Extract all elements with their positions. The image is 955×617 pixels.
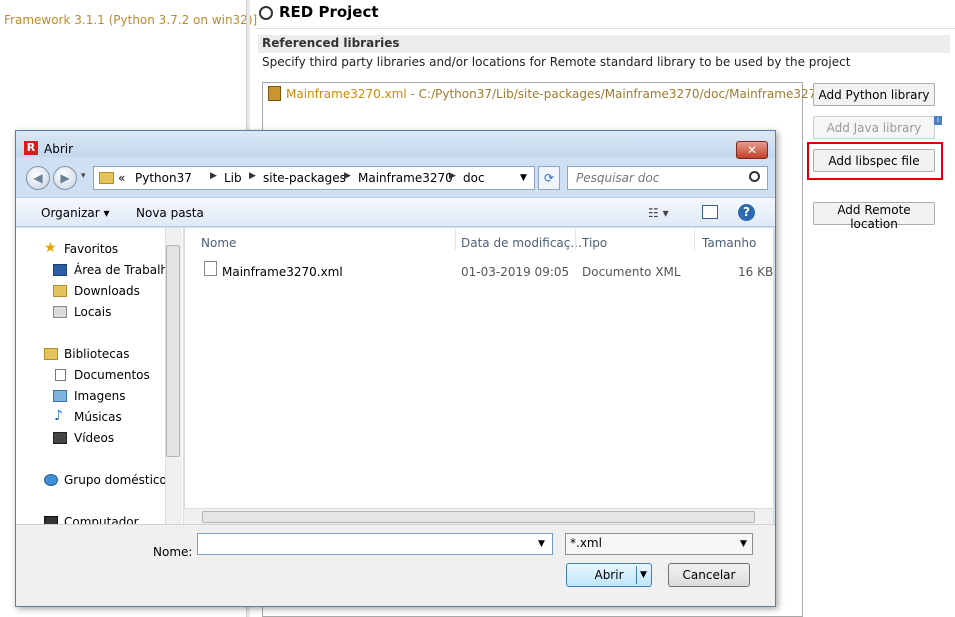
- chevron-right-icon[interactable]: ▶: [210, 171, 217, 181]
- refresh-icon[interactable]: ⟳: [538, 166, 560, 190]
- red-app-icon: R: [24, 141, 38, 155]
- places-icon: [53, 306, 67, 318]
- chevron-down-icon[interactable]: ▼: [538, 539, 545, 549]
- breadcrumb-python37[interactable]: Python37: [135, 171, 192, 185]
- chevron-right-icon[interactable]: ▶: [344, 171, 351, 181]
- column-header-name[interactable]: Nome: [201, 236, 236, 250]
- music-icon: ♪: [54, 408, 63, 424]
- nav-downloads[interactable]: Downloads: [74, 284, 140, 298]
- images-icon: [53, 390, 67, 402]
- dialog-toolbar: Organizar ▾ Nova pasta ☷ ▾ ?: [16, 197, 775, 227]
- section-description: Specify third party libraries and/or loc…: [262, 55, 851, 69]
- column-header-modified[interactable]: Data de modificaç...: [461, 236, 582, 250]
- open-file-dialog: R Abrir ✕ ◀ ▶ ▾ « Python37 ▶ Lib ▶ site-…: [15, 130, 776, 607]
- computer-icon: [44, 516, 58, 524]
- open-options-dropdown-icon[interactable]: ▼: [636, 566, 650, 584]
- nav-documents[interactable]: Documentos: [74, 368, 150, 382]
- filename-label: Nome:: [153, 545, 193, 559]
- file-modified: 01-03-2019 09:05: [461, 265, 570, 279]
- column-divider[interactable]: [694, 228, 695, 250]
- nav-music[interactable]: Músicas: [74, 410, 122, 424]
- file-size: 16 KB: [738, 265, 774, 279]
- section-header[interactable]: Referenced libraries: [258, 35, 950, 53]
- title-divider: [255, 28, 955, 29]
- page-title: RED Project: [279, 3, 379, 21]
- nav-images[interactable]: Imagens: [74, 389, 125, 403]
- nav-videos[interactable]: Vídeos: [74, 431, 114, 445]
- file-list: Nome Data de modificaç... Tipo Tamanho M…: [184, 228, 773, 524]
- file-type-filter[interactable]: *.xml: [565, 533, 753, 555]
- breadcrumb-doc[interactable]: doc: [463, 171, 485, 185]
- search-icon[interactable]: [749, 171, 760, 182]
- preview-pane-icon[interactable]: [702, 205, 718, 219]
- column-header-type[interactable]: Tipo: [582, 236, 607, 250]
- forward-arrow-icon[interactable]: ▶: [53, 166, 77, 190]
- column-header-size[interactable]: Tamanho: [702, 236, 756, 250]
- nav-favorites[interactable]: Favoritos: [64, 242, 118, 256]
- library-list-item[interactable]: Mainframe3270.xml - C:/Python37/Lib/site…: [286, 87, 850, 101]
- address-bar[interactable]: « Python37 ▶ Lib ▶ site-packages ▶ Mainf…: [93, 166, 535, 190]
- dialog-title: Abrir: [44, 142, 74, 156]
- chevron-down-icon[interactable]: ▼: [740, 539, 747, 549]
- chevron-right-icon[interactable]: ▶: [449, 171, 456, 181]
- info-icon: i: [934, 116, 942, 125]
- back-arrow-icon[interactable]: ◀: [26, 166, 50, 190]
- desktop-icon: [53, 264, 67, 276]
- filename-input[interactable]: [197, 533, 553, 555]
- horizontal-scrollbar-thumb[interactable]: [202, 511, 755, 523]
- highlight-box: [807, 142, 943, 180]
- add-remote-location-button[interactable]: Add Remote location: [813, 202, 935, 231]
- navigation-scrollbar-thumb[interactable]: [166, 245, 180, 457]
- chevron-down-icon[interactable]: ▼: [520, 173, 527, 183]
- nav-libraries[interactable]: Bibliotecas: [64, 347, 129, 361]
- organize-menu[interactable]: Organizar ▾: [41, 206, 110, 220]
- project-icon: [259, 6, 273, 20]
- nav-homegroup[interactable]: Grupo doméstico: [64, 473, 167, 487]
- recent-locations-dropdown-icon[interactable]: ▾: [81, 171, 86, 181]
- nav-computer[interactable]: Computador: [64, 515, 139, 524]
- add-java-library-button[interactable]: Add Java library: [813, 116, 935, 139]
- column-divider[interactable]: [575, 228, 576, 250]
- file-type: Documento XML: [582, 265, 681, 279]
- library-name: Mainframe3270.xml: [286, 87, 407, 101]
- library-path: - C:/Python37/Lib/site-packages/Mainfram…: [406, 87, 850, 101]
- breadcrumb-overflow[interactable]: «: [118, 171, 125, 185]
- framework-info-text: Framework 3.1.1 (Python 3.7.2 on win32)]: [4, 13, 258, 27]
- breadcrumb-mainframe3270[interactable]: Mainframe3270: [358, 171, 453, 185]
- new-folder-button[interactable]: Nova pasta: [136, 206, 204, 220]
- homegroup-icon: [44, 474, 58, 486]
- cancel-button[interactable]: Cancelar: [668, 563, 750, 587]
- add-python-library-button[interactable]: Add Python library: [813, 83, 935, 106]
- star-icon: ★: [44, 240, 57, 256]
- column-divider[interactable]: [455, 228, 456, 250]
- xml-file-icon: [204, 261, 217, 276]
- dialog-titlebar[interactable]: [16, 131, 775, 157]
- libraries-icon: [44, 348, 58, 360]
- breadcrumb-site-packages[interactable]: site-packages: [263, 171, 346, 185]
- breadcrumb-lib[interactable]: Lib: [224, 171, 242, 185]
- view-options-icon[interactable]: ☷ ▾: [648, 206, 669, 220]
- chevron-right-icon[interactable]: ▶: [249, 171, 256, 181]
- library-book-icon: [268, 86, 281, 101]
- file-name[interactable]: Mainframe3270.xml: [222, 265, 343, 279]
- navigation-pane: ★ Favoritos Área de Trabalho Downloads L…: [16, 228, 183, 524]
- nav-desktop[interactable]: Área de Trabalho: [74, 263, 175, 277]
- documents-icon: [55, 369, 66, 381]
- nav-places[interactable]: Locais: [74, 305, 111, 319]
- videos-icon: [53, 432, 67, 444]
- close-button[interactable]: ✕: [736, 141, 768, 159]
- downloads-folder-icon: [53, 285, 67, 297]
- search-input[interactable]: [567, 166, 768, 190]
- help-icon[interactable]: ?: [738, 204, 755, 221]
- folder-icon: [99, 172, 114, 184]
